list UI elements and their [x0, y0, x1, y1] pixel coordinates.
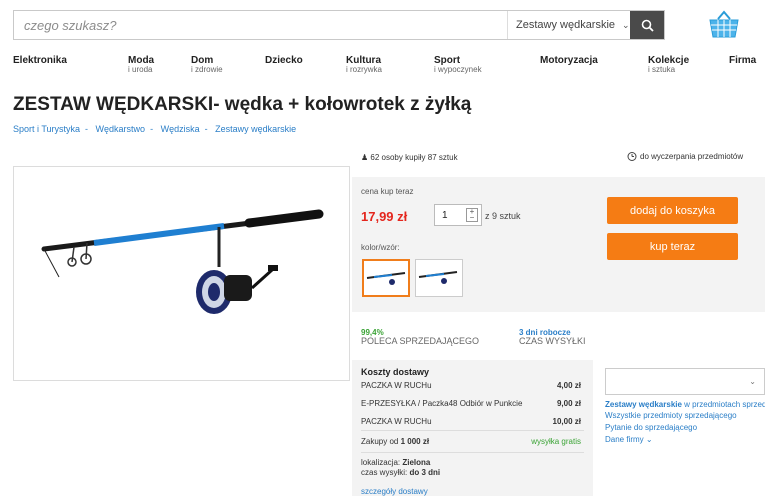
search-input[interactable]: [14, 11, 507, 39]
breadcrumb-item[interactable]: Sport i Turystyka: [13, 124, 80, 134]
shipping-row: E-PRZESYŁKA / Paczka48 Odbiór w Punkcie 9…: [361, 399, 581, 408]
seller-recommend: 99,4% POLECA SPRZEDAJĄCEGO: [361, 328, 480, 346]
shipping-row: PACZKA W RUCHu 10,00 zł: [361, 417, 581, 426]
fishing-rod-image: [41, 209, 324, 314]
category-nav: Elektronika Moda i uroda Dom i zdrowie Dzi…: [13, 55, 765, 77]
shipping-details-link[interactable]: szczegóły dostawy: [361, 487, 428, 496]
search-icon: [641, 19, 654, 32]
divider: [361, 430, 584, 431]
rod-thumbnail-icon: [366, 272, 406, 285]
breadcrumb-item[interactable]: Wędkarstwo: [96, 124, 146, 134]
ask-seller-link[interactable]: Pytanie do sprzedającego: [605, 423, 765, 433]
basket-icon[interactable]: [705, 10, 743, 40]
price-label: cena kup teraz: [361, 187, 414, 196]
page-title: ZESTAW WĘDKARSKI- wędka + kołowrotek z ż…: [13, 94, 472, 115]
chevron-down-icon: ⌄: [645, 435, 653, 444]
timer: do wyczerpania przedmiotów: [627, 151, 743, 161]
free-shipping-row: Zakupy od 1 000 zł wysyłka gratis: [361, 437, 581, 446]
stepper-arrows-icon[interactable]: + −: [466, 208, 478, 222]
purchase-panel: cena kup teraz 17,99 zł 1 + − z 9 sztuk k…: [352, 177, 765, 312]
rod-thumbnail-icon: [418, 271, 458, 284]
location-info: lokalizacja: Zielona czas wysyłki: do 3 …: [361, 458, 441, 477]
variant-swatch-selected[interactable]: [362, 259, 410, 297]
nav-item-moda[interactable]: Moda i uroda: [128, 55, 154, 74]
nav-item-elektronika[interactable]: Elektronika: [13, 55, 67, 66]
variant-swatch[interactable]: [415, 259, 463, 297]
product-image[interactable]: [13, 166, 350, 381]
all-items-link[interactable]: Wszystkie przedmioty sprzedającego: [605, 411, 765, 421]
nav-item-firma[interactable]: Firma: [729, 55, 756, 66]
shipping-row: PACZKA W RUCHu 4,00 zł: [361, 381, 581, 390]
nav-item-dom[interactable]: Dom i zdrowie: [191, 55, 223, 74]
quantity-available: z 9 sztuk: [485, 211, 521, 221]
nav-item-kolekcje[interactable]: Kolekcje i sztuka: [648, 55, 689, 74]
seller-category-link[interactable]: Zestawy wędkarskie w przedmiotach sprzed…: [605, 400, 765, 410]
search-button[interactable]: [630, 11, 664, 39]
chevron-down-icon: ⌄: [622, 19, 630, 30]
quantity-stepper[interactable]: 1 + −: [434, 204, 482, 226]
nav-item-sport[interactable]: Sport i wypoczynek: [434, 55, 482, 74]
search-bar: Zestawy wędkarskie ⌄: [13, 10, 665, 40]
company-data-link[interactable]: Dane firmy ⌄: [605, 435, 765, 445]
nav-item-kultura[interactable]: Kultura i rozrywka: [346, 55, 382, 74]
category-select[interactable]: Zestawy wędkarskie ⌄: [507, 11, 630, 39]
nav-item-dziecko[interactable]: Dziecko: [265, 55, 303, 66]
shipping-time: 3 dni robocze CZAS WYSYŁKI: [519, 328, 586, 346]
category-select-value: Zestawy wędkarskie: [516, 19, 616, 31]
shipping-panel: Koszty dostawy PACZKA W RUCHu 4,00 zł E-P…: [352, 360, 593, 496]
buyers-count: ♟ 62 osoby kupiły 87 sztuk: [361, 153, 458, 162]
variant-label: kolor/wzór:: [361, 243, 400, 252]
nav-item-motoryzacja[interactable]: Motoryzacja: [540, 55, 598, 66]
breadcrumb: Sport i Turystyka - Wędkarstwo - Wędziska -…: [13, 124, 297, 134]
divider: [361, 452, 584, 453]
add-to-cart-button[interactable]: dodaj do koszyka: [607, 197, 738, 224]
breadcrumb-item[interactable]: Zestawy wędkarskie: [215, 124, 296, 134]
breadcrumb-item[interactable]: Wędziska: [161, 124, 200, 134]
shipping-title: Koszty dostawy: [361, 367, 430, 377]
clock-icon: [627, 152, 637, 161]
buy-now-button[interactable]: kup teraz: [607, 233, 738, 260]
seller-select[interactable]: ⌄: [605, 368, 765, 395]
price: 17,99 zł: [361, 209, 408, 224]
seller-panel: ⌄ Zestawy wędkarskie w przedmiotach sprz…: [605, 368, 765, 445]
chevron-down-icon: ⌄: [749, 377, 756, 386]
quantity-value: 1: [442, 209, 448, 221]
